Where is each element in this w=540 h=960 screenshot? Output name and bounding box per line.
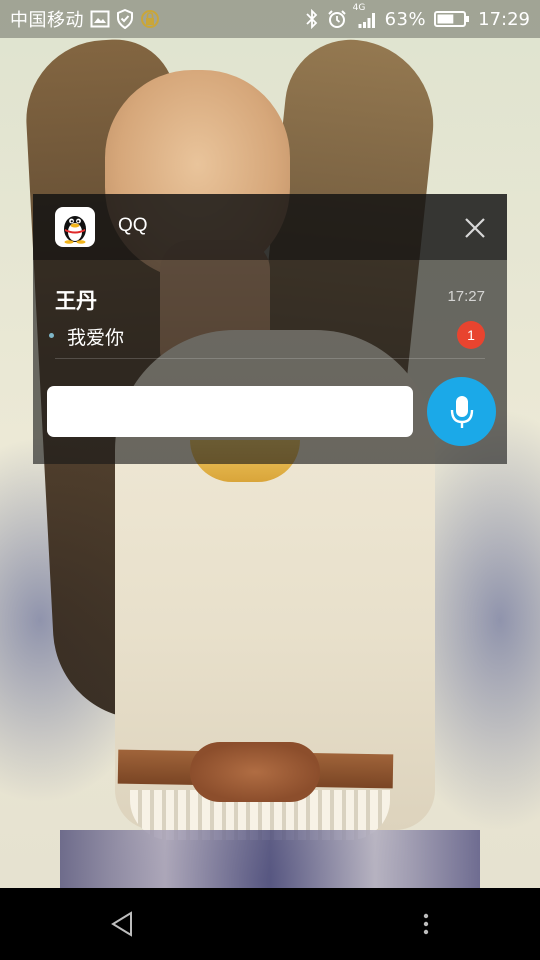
voice-input-button[interactable] <box>427 377 496 446</box>
message-text: 我爱你 <box>67 327 125 349</box>
status-bar-left: 中国移动 <box>10 0 160 38</box>
status-bar-right: 4G 63% 17:29 <box>305 0 530 38</box>
wallpaper-skirt <box>60 830 480 888</box>
close-button[interactable] <box>459 212 491 244</box>
clock: 17:29 <box>478 8 530 30</box>
unread-badge: 1 <box>457 321 485 349</box>
app-name: QQ <box>118 215 148 236</box>
network-type-label: 4G <box>352 3 366 13</box>
navigation-bar <box>0 888 540 960</box>
image-icon <box>90 10 110 28</box>
wallpaper-bow <box>190 742 320 802</box>
sender-name: 王丹 <box>55 289 97 313</box>
signal-icon: 4G <box>353 3 377 29</box>
bluetooth-icon <box>305 9 319 29</box>
qq-penguin-icon <box>55 207 95 247</box>
menu-dots-icon <box>423 913 429 935</box>
battery-icon <box>434 10 470 28</box>
reply-input[interactable] <box>47 386 413 437</box>
notification-header: QQ <box>33 194 507 260</box>
microphone-icon <box>450 395 473 428</box>
back-icon <box>111 911 132 937</box>
status-bar: 中国移动 4G 63% 17:29 <box>0 0 540 38</box>
shield-icon <box>116 9 134 29</box>
divider <box>55 358 485 359</box>
qq-notification[interactable]: QQ 王丹 17:27 我爱你 1 <box>33 194 507 464</box>
menu-button[interactable] <box>416 908 436 940</box>
close-icon <box>465 218 485 238</box>
alarm-icon <box>327 9 347 29</box>
message-bullet <box>49 333 54 338</box>
battery-percent: 63% <box>384 8 427 30</box>
carrier-name: 中国移动 <box>10 10 84 31</box>
lock-icon <box>140 8 160 30</box>
back-button[interactable] <box>106 908 138 940</box>
message-time: 17:27 <box>447 288 485 305</box>
